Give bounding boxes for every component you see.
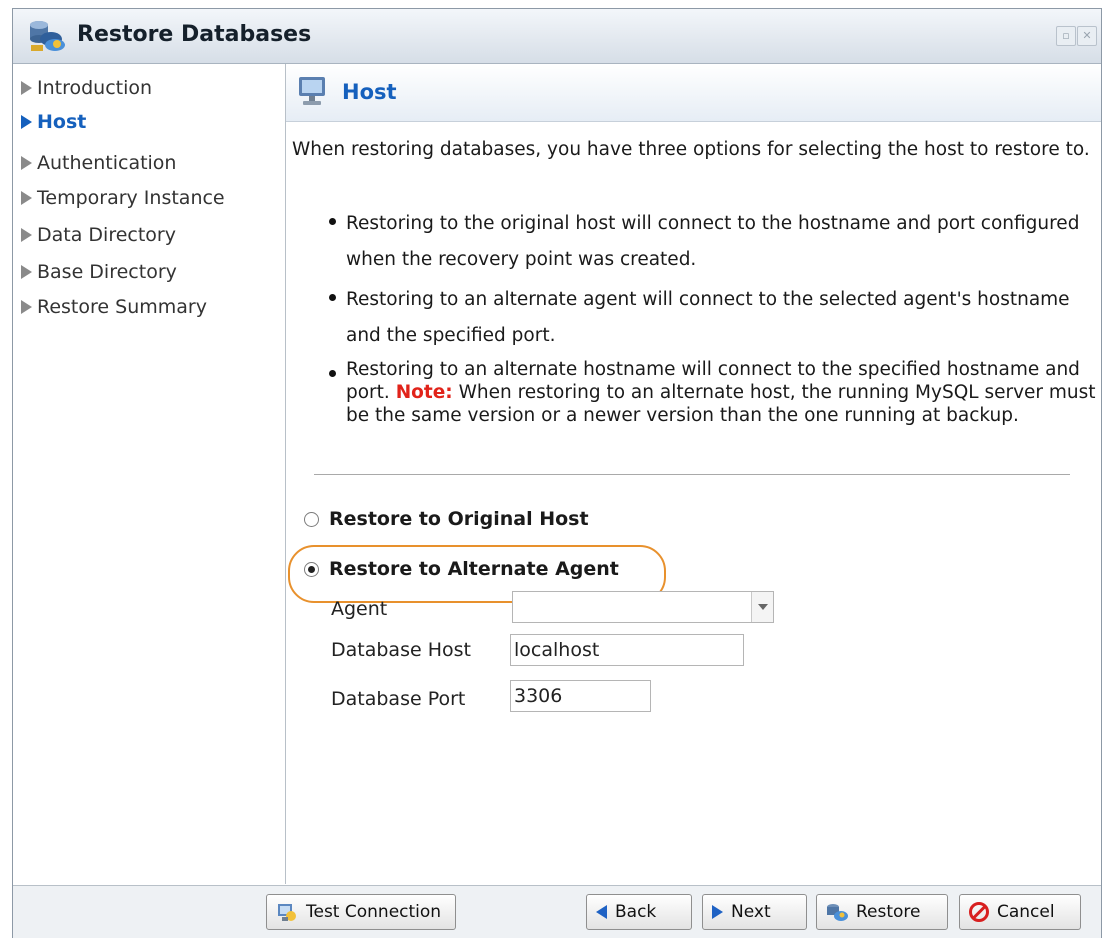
button-bar: Test Connection Back Next Restore Cancel	[13, 885, 1101, 938]
triangle-right-icon	[21, 81, 32, 95]
button-label: Cancel	[997, 902, 1055, 922]
monitor-icon	[299, 77, 325, 105]
nav-item-label: Data Directory	[37, 224, 176, 246]
next-button[interactable]: Next	[702, 894, 807, 930]
nav-item-label: Restore Summary	[37, 296, 207, 318]
panel-title: Host	[342, 80, 397, 104]
host-panel: Host When restoring databases, you have …	[286, 64, 1101, 884]
panel-header: Host	[286, 64, 1101, 122]
database-restore-icon	[827, 904, 848, 921]
close-window-button[interactable]: ✕	[1077, 26, 1097, 46]
database-host-input[interactable]: localhost	[510, 634, 744, 666]
nav-item-host[interactable]: Host	[21, 111, 86, 133]
window-title: Restore Databases	[77, 22, 312, 47]
nav-item-label: Temporary Instance	[37, 187, 225, 209]
triangle-right-icon	[21, 300, 32, 314]
list-item: Restoring to an alternate agent will con…	[329, 282, 1096, 354]
nav-item-introduction[interactable]: Introduction	[21, 77, 152, 99]
triangle-right-icon	[21, 265, 32, 279]
restore-window-button[interactable]: ▫	[1056, 26, 1076, 46]
bullet-text: When restoring to an alternate host, the…	[346, 382, 1096, 426]
radio-label: Restore to Alternate Agent	[329, 558, 619, 580]
triangle-right-icon	[21, 191, 32, 205]
button-label: Restore	[856, 902, 921, 922]
database-port-label: Database Port	[331, 688, 466, 710]
list-item: Restoring to the original host will conn…	[329, 206, 1096, 278]
nav-item-restore-summary[interactable]: Restore Summary	[21, 296, 207, 318]
intro-text: When restoring databases, you have three…	[292, 139, 1090, 160]
nav-item-label: Host	[37, 111, 87, 133]
back-arrow-icon	[596, 905, 607, 919]
chevron-down-icon[interactable]	[751, 592, 773, 622]
test-connection-icon	[278, 904, 296, 921]
radio-button[interactable]	[304, 511, 319, 527]
title-bar: Restore Databases ▫ ✕	[13, 9, 1101, 64]
nav-item-label: Authentication	[37, 152, 177, 174]
radio-label: Restore to Original Host	[329, 508, 589, 530]
agent-label: Agent	[331, 598, 388, 620]
back-button[interactable]: Back	[586, 894, 692, 930]
restore-databases-window: Restore Databases ▫ ✕ Introduction Host …	[12, 8, 1102, 938]
button-label: Next	[731, 902, 771, 922]
divider	[314, 474, 1070, 475]
triangle-right-icon	[21, 228, 32, 242]
database-port-input[interactable]: 3306	[510, 680, 651, 712]
nav-item-base-directory[interactable]: Base Directory	[21, 261, 177, 283]
button-label: Back	[615, 902, 657, 922]
nav-item-data-directory[interactable]: Data Directory	[21, 224, 176, 246]
database-restore-icon	[30, 21, 65, 51]
bullet-text: Restoring to the original host will conn…	[346, 213, 1080, 270]
button-label: Test Connection	[306, 902, 442, 922]
test-connection-button[interactable]: Test Connection	[266, 894, 456, 930]
triangle-right-icon	[21, 115, 32, 129]
restore-original-host-option[interactable]: Restore to Original Host	[304, 508, 589, 530]
database-host-label: Database Host	[331, 639, 471, 661]
restore-alternate-agent-option[interactable]: Restore to Alternate Agent	[304, 558, 619, 580]
note-label: Note:	[395, 382, 453, 403]
nav-item-authentication[interactable]: Authentication	[21, 152, 176, 174]
wizard-steps-nav: Introduction Host Authentication Tempora…	[13, 64, 286, 884]
triangle-right-icon	[21, 156, 32, 170]
list-item: Restoring to an alternate hostname will …	[329, 358, 1096, 427]
nav-item-label: Introduction	[37, 77, 153, 99]
cancel-button[interactable]: Cancel	[959, 894, 1081, 930]
nav-item-label: Base Directory	[37, 261, 177, 283]
agent-select[interactable]	[512, 591, 774, 623]
radio-button-selected[interactable]	[304, 561, 319, 577]
options-description-list: Restoring to the original host will conn…	[329, 206, 1096, 431]
restore-button[interactable]: Restore	[816, 894, 948, 930]
cancel-icon	[969, 902, 989, 922]
nav-item-temporary-instance[interactable]: Temporary Instance	[21, 187, 225, 209]
bullet-text: Restoring to an alternate agent will con…	[346, 289, 1070, 346]
next-arrow-icon	[712, 905, 723, 919]
